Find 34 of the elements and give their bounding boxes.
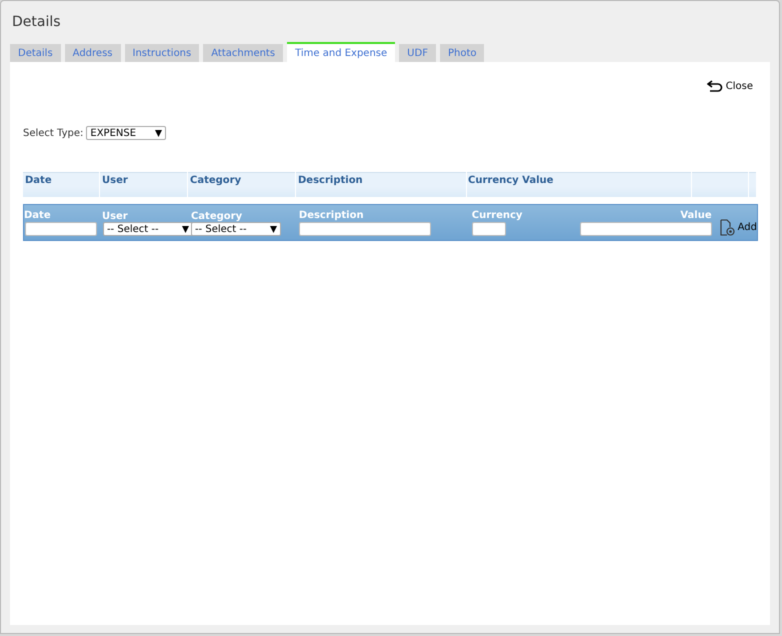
column-header: Description [296,172,466,197]
dropdown-arrow-icon [270,226,277,232]
category-label: Category [190,211,244,222]
user-dropdown[interactable]: -- Select -- [102,222,193,236]
description-input[interactable] [298,222,431,236]
value-label: Value [680,210,712,222]
value-input[interactable] [580,222,712,236]
tab[interactable]: Photo [440,44,484,62]
date-input[interactable] [25,222,97,236]
description-label: Description [298,210,365,222]
tab[interactable]: Instructions [124,44,200,62]
select-type-label: Select Type: [23,128,84,138]
currency-label: Currency [472,210,524,222]
tab[interactable]: Address [64,44,120,62]
type-dropdown[interactable]: EXPENSE [86,126,166,140]
tab[interactable]: Attachments [203,44,284,62]
column-header: Currency Value [467,172,691,197]
column-header: Date [23,172,99,197]
category-dropdown[interactable]: -- Select -- [190,222,281,236]
document-add-icon [720,219,735,236]
column-header: Category [188,172,295,197]
dropdown-arrow-icon [155,130,162,136]
undo-arrow-icon [706,80,723,92]
add-button[interactable]: Add [712,219,757,236]
dropdown-arrow-icon [182,226,189,232]
tab[interactable]: Details [10,44,61,62]
user-label: User [102,211,129,222]
tab[interactable]: UDF [399,44,436,62]
column-header: User [100,172,187,197]
tab[interactable]: Time and Expense [287,42,396,62]
close-button[interactable]: Close [706,80,753,92]
date-label: Date [24,210,52,222]
currency-input[interactable] [472,222,506,236]
window-title: Details [11,13,62,31]
